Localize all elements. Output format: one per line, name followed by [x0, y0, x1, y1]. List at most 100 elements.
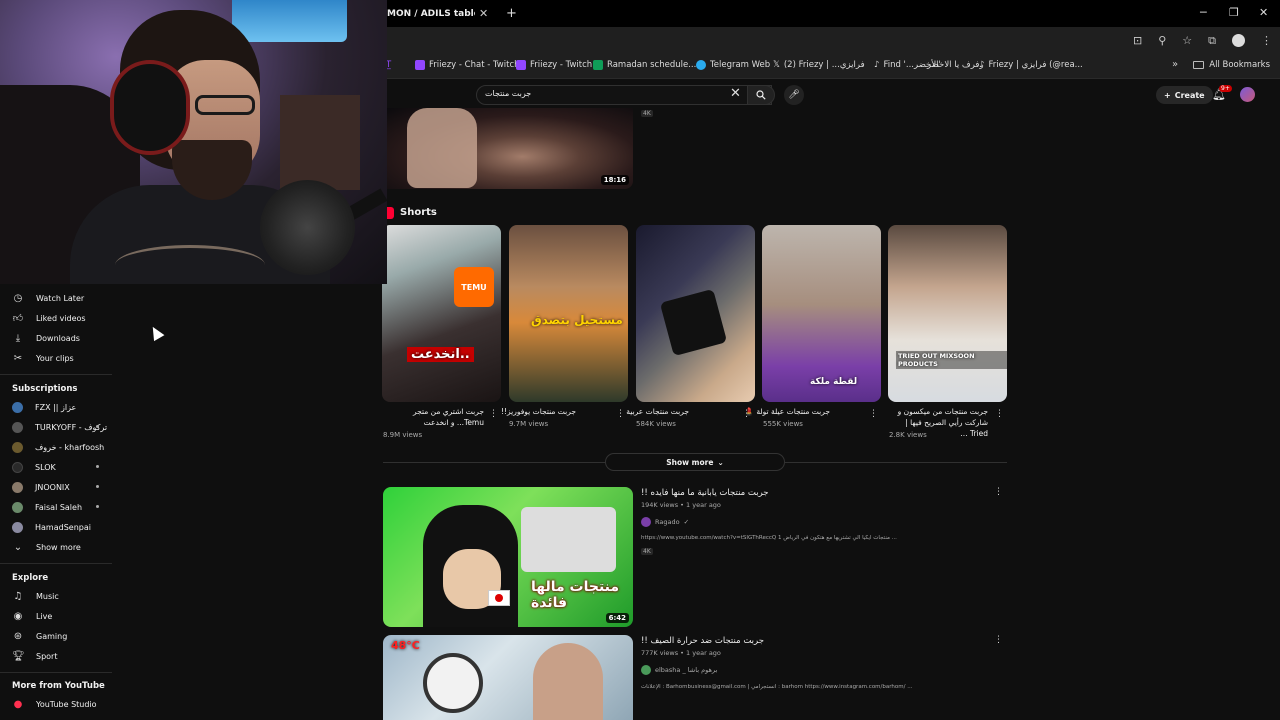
address-bar-actions: ⊡ ⚲ ☆ ⧉ ⋮: [1133, 34, 1272, 48]
more-options-icon[interactable]: ⋮: [995, 409, 1004, 419]
music-note-icon: ♫: [13, 590, 23, 602]
mouse-cursor: [147, 323, 165, 342]
thumbnail-overlay-text: 48°C: [391, 639, 420, 652]
video-thumbnail[interactable]: منتجات مالها فائدة 6:42: [383, 487, 633, 627]
bookmark-item[interactable]: Friiezy - Chat - Twitch: [415, 60, 520, 70]
short-title[interactable]: جربت منتجات عربية: [589, 406, 689, 417]
thumbnail-person: [533, 643, 603, 720]
install-icon[interactable]: ⊡: [1133, 34, 1142, 48]
sidebar-item-subscription[interactable]: TURKYOFF - تركوف: [12, 420, 107, 434]
download-icon: ⤓: [15, 332, 21, 344]
plus-icon: +: [1164, 90, 1171, 100]
short-thumbnail[interactable]: [636, 225, 755, 402]
explore-heading: Explore: [12, 573, 49, 583]
star-icon[interactable]: ☆: [1182, 34, 1192, 48]
bookmark-item[interactable]: Ramadan schedule...: [593, 60, 696, 70]
scissors-icon: ✂: [13, 352, 23, 364]
gamepad-icon: ⊛: [13, 630, 23, 642]
video-title[interactable]: جربت منتجات يابانية ما منها فايده !!: [641, 488, 769, 498]
sidebar: ◷ Watch Later 👍︎ Liked videos ⤓ Downloads ✂…: [0, 284, 120, 720]
short-overlay-text: مستحيل بتصدق: [531, 313, 623, 327]
video-thumbnail[interactable]: 18:16: [387, 108, 633, 189]
minimize-icon[interactable]: ─: [1200, 6, 1207, 19]
short-overlay-text: لقطة ملكة: [810, 377, 858, 387]
fan-image: [423, 653, 483, 713]
sidebar-item-live[interactable]: ◉ Live: [12, 609, 53, 623]
search-query: جربت منتجات: [485, 89, 532, 98]
more-options-icon[interactable]: ⋮: [994, 487, 1003, 497]
sidebar-item-subscription[interactable]: خروف - kharfoosh: [12, 440, 104, 454]
clear-search-icon[interactable]: ✕: [730, 86, 741, 101]
channel-link[interactable]: Ragado ✓: [641, 517, 689, 527]
channel-avatar: [12, 501, 23, 513]
sidebar-item-youtube-studio[interactable]: ● YouTube Studio: [12, 697, 97, 711]
short-title[interactable]: جربت منتجات عيلة تولة 💄: [730, 406, 830, 417]
channel-link[interactable]: elbasha _ برهوم باشا: [641, 665, 717, 675]
verified-icon: ✓: [683, 518, 690, 526]
live-icon: ◉: [13, 610, 23, 622]
sidebar-item-subscription[interactable]: HamadSenpai: [12, 520, 91, 534]
short-title[interactable]: جربت منتجات يوفوريز!!: [476, 406, 576, 417]
new-tab-button[interactable]: +: [506, 6, 517, 21]
bookmark-item[interactable]: Friiezy - Twitch: [516, 60, 592, 70]
avatar[interactable]: [1240, 87, 1255, 102]
sidebar-item-subscription[interactable]: JNOONIX: [12, 480, 70, 494]
search-button[interactable]: [747, 85, 775, 105]
window-close-icon[interactable]: ✕: [1259, 6, 1268, 19]
menu-icon[interactable]: ⋮: [1261, 34, 1272, 48]
short-overlay-text: انخدعت..: [407, 347, 474, 362]
bookmark-item[interactable]: Telegram Web: [696, 60, 770, 70]
more-options-icon[interactable]: ⋮: [994, 635, 1003, 645]
sidebar-item-sport[interactable]: 🏆︎ Sport: [12, 649, 57, 663]
voice-search-button[interactable]: 🎤︎: [784, 85, 804, 105]
channel-avatar: [12, 441, 23, 453]
bookmark-item[interactable]: ♪ Friezy | فرايزي (@rea...: [979, 60, 1083, 70]
zoom-icon[interactable]: ⚲: [1158, 34, 1166, 48]
video-thumbnail[interactable]: 48°C: [383, 635, 633, 720]
short-views: 9.7M views: [509, 420, 549, 428]
channel-avatar: [12, 421, 23, 433]
channel-avatar: [641, 517, 651, 527]
video-title[interactable]: جربت منتجات ضد حرارة الصيف !!: [641, 636, 764, 646]
cam-headphones: [110, 60, 190, 155]
short-thumbnail[interactable]: TRIED OUT MIXSOON PRODUCTS: [888, 225, 1007, 402]
sidebar-item-subscription[interactable]: SLOK: [12, 460, 56, 474]
bookmark-item[interactable]: 𝕏 (2) Friezy | ...فرايزي: [773, 60, 865, 70]
sidebar-item-your-clips[interactable]: ✂ Your clips: [12, 351, 74, 365]
all-bookmarks[interactable]: All Bookmarks: [1193, 60, 1270, 70]
sidebar-item-subscription[interactable]: FZX || عزاز: [12, 400, 76, 414]
short-thumbnail[interactable]: لقطة ملكة: [762, 225, 881, 402]
more-from-youtube-heading: More from YouTube: [12, 681, 105, 691]
channel-avatar: [12, 521, 23, 533]
sidebar-divider: [0, 563, 112, 564]
short-overlay-text: TRIED OUT MIXSOON PRODUCTS: [896, 351, 1007, 369]
cam-shirt-graphic: [115, 245, 265, 284]
short-title[interactable]: جربت اشتري من متجر Temu... و انخدعت: [384, 406, 484, 428]
maximize-icon[interactable]: ❐: [1229, 6, 1239, 19]
sidebar-show-more[interactable]: ⌄ Show more: [12, 540, 81, 554]
sidebar-item-watch-later[interactable]: ◷ Watch Later: [12, 291, 85, 305]
shorts-show-more-button[interactable]: Show more ⌄: [605, 453, 785, 471]
short-views: 584K views: [636, 420, 676, 428]
channel-avatar: [641, 665, 651, 675]
bookmark-item[interactable]: رفرف يا الاخضر: [927, 60, 984, 70]
sidebar-item-gaming[interactable]: ⊛ Gaming: [12, 629, 67, 643]
close-tab-icon[interactable]: ✕: [479, 7, 488, 20]
sidebar-item-downloads[interactable]: ⤓ Downloads: [12, 331, 80, 345]
studio-icon: ●: [13, 698, 23, 710]
sidebar-item-subscription[interactable]: Faisal Saleh: [12, 500, 82, 514]
product-image: [659, 288, 728, 357]
more-options-icon[interactable]: ⋮: [869, 409, 878, 419]
extensions-icon[interactable]: ⧉: [1208, 34, 1216, 48]
thumbnail-overlay-text: منتجات مالها فائدة: [531, 579, 620, 611]
sidebar-item-liked-videos[interactable]: 👍︎ Liked videos: [12, 311, 86, 325]
sidebar-divider: [0, 672, 112, 673]
profile-avatar[interactable]: [1232, 34, 1245, 47]
short-thumbnail[interactable]: TEMU انخدعت..: [382, 225, 501, 402]
bookmarks-overflow-icon[interactable]: »: [1172, 59, 1178, 70]
short-thumbnail[interactable]: مستحيل بتصدق: [509, 225, 628, 402]
browser-tab[interactable]: MON / ADILS table, white ✕: [387, 0, 507, 27]
create-button[interactable]: + Create: [1156, 86, 1213, 104]
sidebar-item-music[interactable]: ♫ Music: [12, 589, 59, 603]
temu-badge: TEMU: [454, 267, 494, 307]
